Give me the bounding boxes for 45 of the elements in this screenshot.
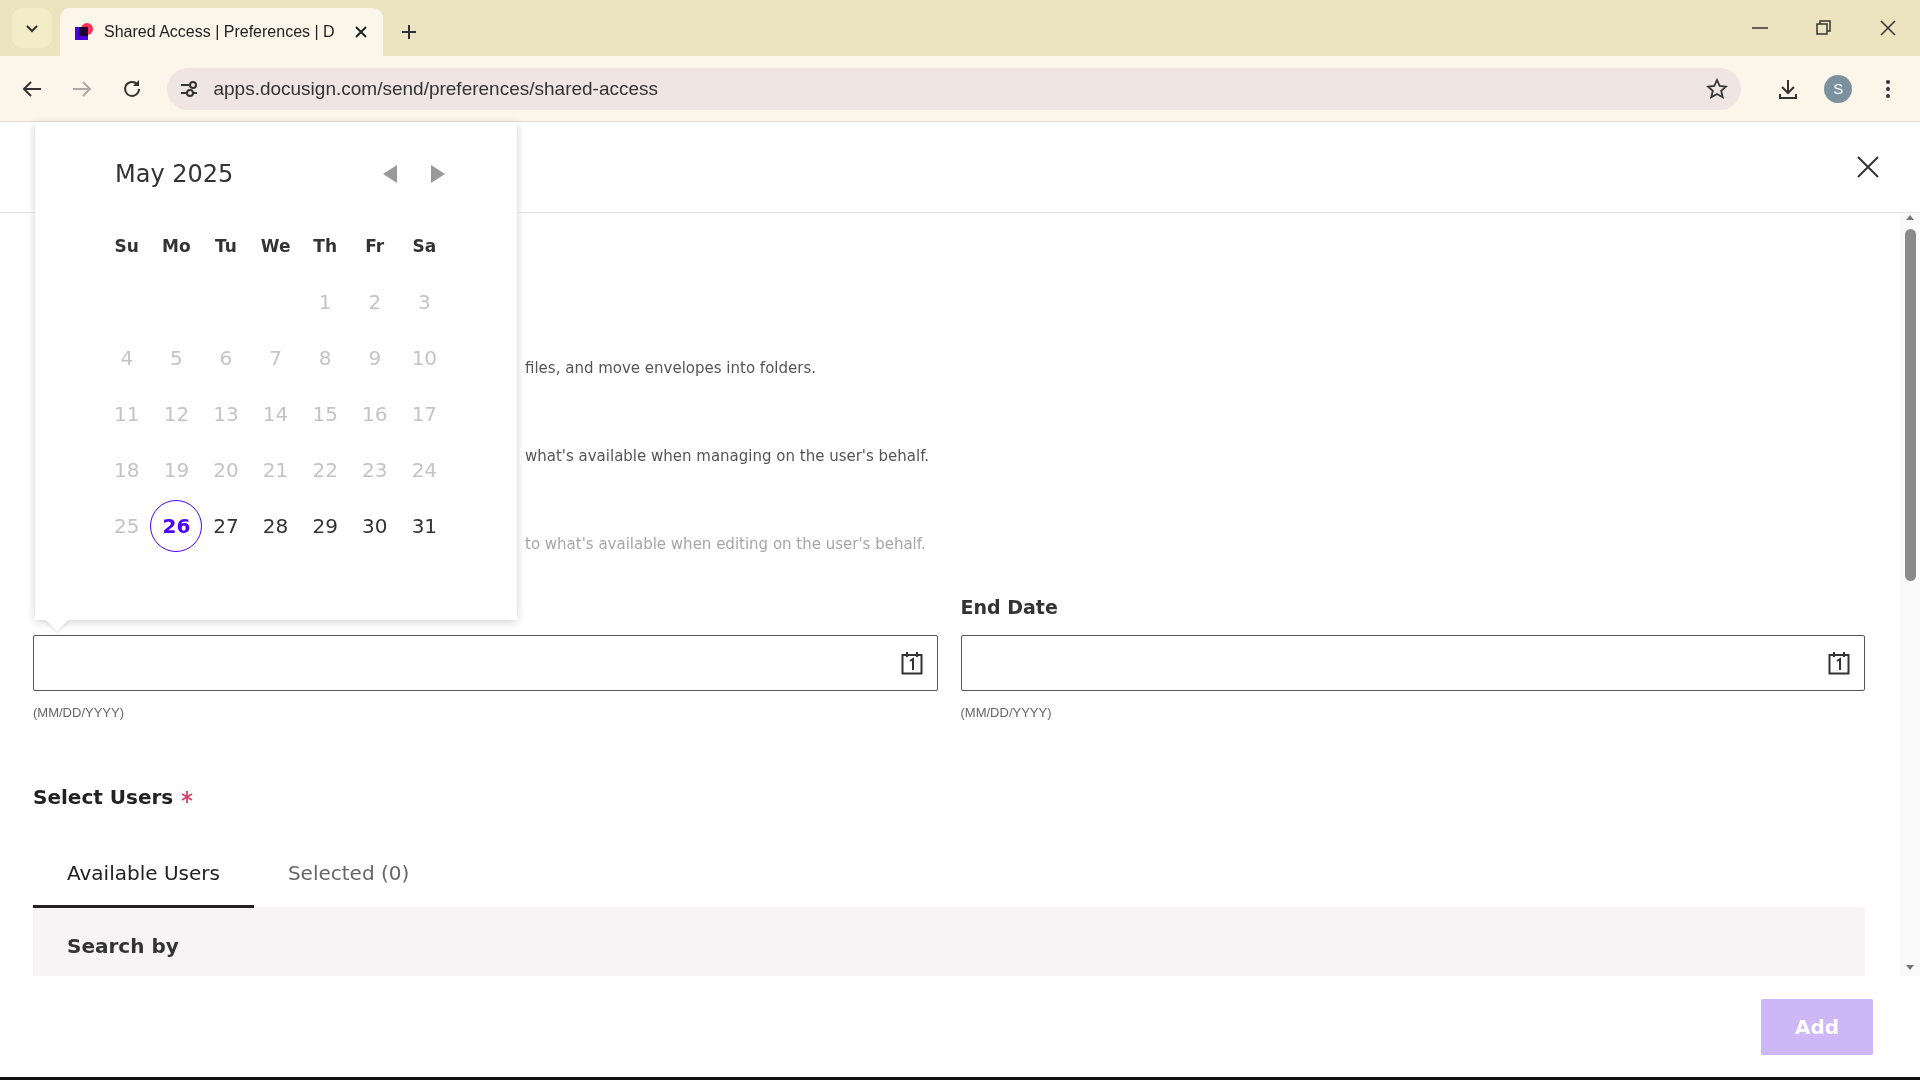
site-favicon-icon bbox=[74, 22, 94, 42]
calendar-day[interactable]: 28 bbox=[249, 500, 302, 552]
calendar-icon[interactable] bbox=[900, 651, 923, 675]
description-text: what's available when managing on the user's behalf. bbox=[525, 446, 931, 467]
scroll-down-icon bbox=[1905, 964, 1915, 972]
tab[interactable]: Selected (0) bbox=[253, 841, 444, 908]
sliders-icon bbox=[179, 79, 200, 98]
download-icon bbox=[1777, 77, 1800, 100]
month-title: May 2025 bbox=[115, 160, 235, 188]
triangle-left-icon bbox=[382, 164, 398, 184]
format-hint: (MM/DD/YYYY) bbox=[960, 705, 1052, 720]
search-label: Search by bbox=[67, 934, 179, 958]
calendar-day[interactable]: 27 bbox=[200, 500, 252, 552]
close-icon bbox=[1879, 19, 1897, 37]
weekday-label: Sa bbox=[412, 236, 437, 256]
start-date-field[interactable] bbox=[33, 635, 938, 691]
description-text: to what's available when editing on the user's behalf. bbox=[525, 534, 927, 555]
address-bar[interactable]: apps.docusign.com/send/preferences/shared-access bbox=[167, 67, 1741, 110]
plus-icon bbox=[401, 24, 417, 40]
triangle-right-icon bbox=[430, 164, 446, 184]
weekday-label: Tu bbox=[215, 236, 237, 256]
weekday-label: Th bbox=[313, 236, 337, 256]
section-label: Select Users bbox=[33, 785, 174, 809]
close-icon bbox=[355, 26, 367, 38]
scroll-up-icon bbox=[1905, 213, 1915, 221]
format-hint: (MM/DD/YYYY) bbox=[33, 705, 124, 720]
calendar-icon[interactable] bbox=[1828, 651, 1850, 675]
end-date-field[interactable] bbox=[960, 635, 1865, 691]
weekday-label: Mo bbox=[162, 236, 191, 256]
minimize-icon bbox=[1752, 27, 1768, 29]
field-label: End Date bbox=[960, 595, 1059, 619]
profile-avatar[interactable]: S bbox=[1824, 74, 1853, 103]
description-text: files, and move envelopes into folders. bbox=[525, 358, 817, 379]
weekday-label: Su bbox=[114, 236, 139, 256]
chevron-down-icon bbox=[25, 23, 39, 33]
more-vertical-icon bbox=[1884, 77, 1893, 100]
calendar-day[interactable]: 31 bbox=[398, 500, 451, 552]
url-text: apps.docusign.com/send/preferences/shared-access bbox=[213, 77, 660, 100]
weekday-label: We bbox=[260, 236, 291, 256]
scrollbar[interactable] bbox=[1900, 213, 1920, 976]
star-icon bbox=[1705, 77, 1728, 100]
browser-tab[interactable]: Shared Access | Preferences | D bbox=[60, 8, 383, 56]
restore-icon bbox=[1815, 19, 1833, 37]
weekday-label: Fr bbox=[365, 236, 385, 256]
close-icon bbox=[1856, 155, 1880, 179]
